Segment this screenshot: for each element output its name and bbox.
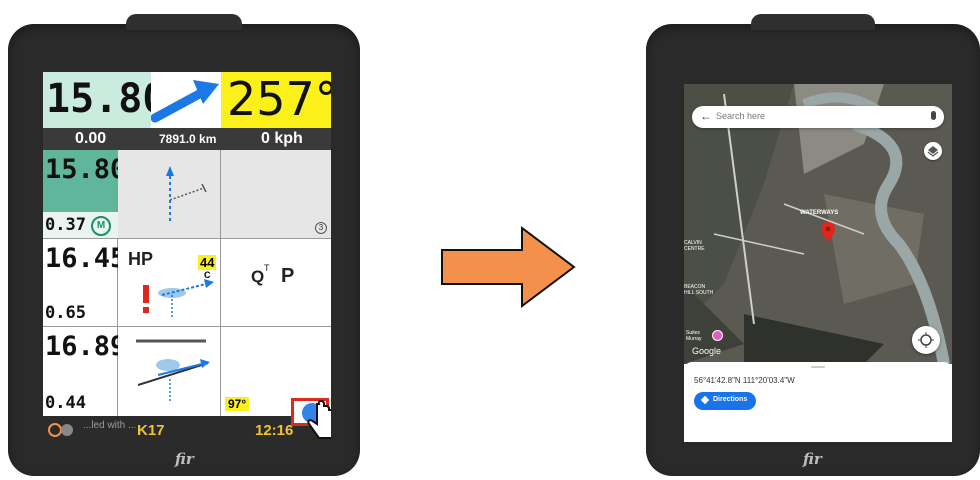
- coordinates-text: 56°41'42.8"N 111°20'03.4"W: [694, 376, 795, 385]
- map-label-centre: CALVIN CENTRE: [684, 240, 705, 252]
- stats-distance: 7891.0 km: [159, 132, 217, 146]
- right-brand-logo: fir: [803, 450, 822, 468]
- bottom-sheet: 56°41'42.8"N 111°20'03.4"W Directions: [684, 362, 952, 442]
- row3-value: 16.89: [45, 331, 127, 362]
- device-top-bump: [751, 14, 875, 30]
- stats-distance-left: 0.00: [75, 130, 107, 147]
- my-location-button[interactable]: [912, 326, 940, 354]
- heading-value: 257°: [227, 72, 331, 126]
- toast-message: ...led with ...: [83, 420, 137, 431]
- layers-icon: [927, 146, 939, 157]
- hand-cursor-icon: [307, 400, 331, 439]
- left-device: 15.80 257° 0.00 7891.0 km 0 kph 15.80 0.…: [8, 14, 360, 476]
- top-value-cell: 15.80: [43, 72, 166, 128]
- left-brand-logo: fir: [175, 450, 194, 468]
- map-label-beacon: BEACON HILL SOUTH: [684, 284, 714, 296]
- search-bar[interactable]: ← Search here: [692, 106, 944, 128]
- direction-arrow-icon: [150, 80, 219, 123]
- directions-label: Directions: [713, 396, 748, 403]
- location-pin-icon[interactable]: [821, 222, 835, 242]
- row2-value: 16.45: [45, 243, 127, 274]
- back-arrow-icon[interactable]: ←: [700, 109, 712, 123]
- stats-bar: 0.00 7891.0 km 0 kph: [43, 128, 331, 150]
- empty-cell-top-right: 3: [221, 150, 331, 238]
- slope-cell: [118, 326, 221, 416]
- row1-value: 15.80: [45, 154, 127, 185]
- right-device: ← Search here WATERWAYS CALVIN CENTRE BE…: [646, 14, 980, 476]
- qt-sup: T: [264, 263, 270, 273]
- top-left-value: 15.80: [46, 76, 167, 122]
- hp-vector-icon: [143, 279, 214, 317]
- page-number-circle: 3: [315, 222, 327, 234]
- stats-speed: 0 kph: [261, 130, 303, 147]
- map-label-suites: Suites Murray: [686, 330, 702, 342]
- wind-indicator-cell: [118, 150, 221, 238]
- microphone-icon[interactable]: [931, 111, 936, 120]
- row2-value-cell: 16.45 0.65: [43, 238, 126, 326]
- heading-cell: 257°: [221, 72, 331, 128]
- time-label: 12:16: [255, 422, 294, 439]
- m-badge: M: [91, 216, 111, 236]
- slope-vector-icon: [136, 339, 210, 401]
- wind-vector-icon: [166, 166, 207, 224]
- row3-sub-value: 0.44: [45, 393, 86, 413]
- power-icon[interactable]: [47, 420, 73, 440]
- row1-sub-value: 0.37: [45, 215, 86, 235]
- directions-button[interactable]: Directions: [694, 392, 756, 410]
- hotel-marker-icon[interactable]: [712, 330, 723, 341]
- layers-button[interactable]: [924, 142, 942, 160]
- bottom-bar: ...led with ... K17 12:16: [43, 416, 331, 442]
- row1-sub-box: 0.37 M: [43, 212, 118, 238]
- directions-icon: [700, 395, 710, 405]
- sheet-handle[interactable]: [811, 366, 825, 368]
- row2-sub-value: 0.65: [45, 303, 86, 323]
- map-label-waterways: WATERWAYS: [800, 210, 839, 216]
- temp-badge: 97°: [225, 397, 250, 411]
- device-top-bump: [126, 14, 242, 30]
- row1-value-cell: 15.80 0.37 M: [43, 150, 126, 238]
- qt-cell: Q T P: [221, 238, 331, 326]
- k-label: K17: [137, 422, 165, 439]
- p-label: P: [281, 265, 295, 287]
- qt-label: Q: [251, 267, 265, 286]
- google-logo: Google: [692, 346, 722, 356]
- crosshair-icon: [918, 332, 934, 348]
- direction-arrow-cell: [150, 72, 221, 128]
- transition-arrow-icon: [441, 226, 576, 308]
- hp-cell: HP 44 C: [118, 238, 221, 326]
- row3-value-cell: 16.89 0.44: [43, 326, 126, 416]
- right-screen: ← Search here WATERWAYS CALVIN CENTRE BE…: [684, 84, 952, 442]
- search-input[interactable]: Search here: [716, 111, 765, 121]
- left-screen: 15.80 257° 0.00 7891.0 km 0 kph 15.80 0.…: [43, 72, 331, 442]
